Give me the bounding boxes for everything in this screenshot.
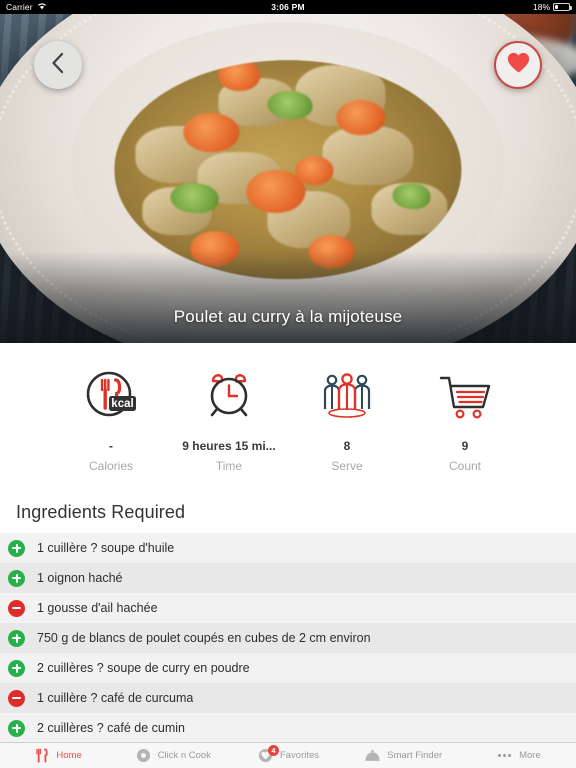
- plus-circle-icon[interactable]: [8, 539, 25, 557]
- ingredient-label: 1 gousse d'ail hachée: [37, 601, 158, 615]
- stat-value: 9: [461, 439, 469, 453]
- tab-label: Favorites: [279, 750, 320, 761]
- tab-badge: 4: [267, 745, 279, 756]
- calories-kcal-icon: kcal: [84, 367, 138, 425]
- stat-label: Time: [215, 459, 243, 473]
- recipe-photo: [0, 14, 576, 343]
- ellipsis-icon: [496, 747, 513, 764]
- hero-section: Poulet au curry à la mijoteuse: [0, 14, 576, 343]
- ingredient-label: 2 cuillères ? soupe de curry en poudre: [37, 661, 250, 675]
- ingredient-row[interactable]: 1 cuillère ? soupe d'huile: [0, 533, 576, 563]
- tab-favorites[interactable]: 4 Favorites: [230, 743, 345, 768]
- tab-click-n-cook[interactable]: Click n Cook: [115, 743, 230, 768]
- stat-calories: kcal - Calories: [52, 367, 170, 473]
- heart-circle-icon: 4: [257, 745, 279, 764]
- shopping-cart-icon: [438, 367, 492, 425]
- tab-label: Smart Finder: [387, 750, 443, 761]
- fork-knife-icon: [33, 747, 50, 764]
- stat-value: -: [109, 439, 113, 453]
- chevron-left-icon: [48, 51, 68, 80]
- ingredient-label: 750 g de blancs de poulet coupés en cube…: [37, 631, 371, 645]
- tab-label: Home: [56, 750, 82, 761]
- ellipsis-icon: [498, 754, 512, 757]
- app-root: Carrier 3:06 PM 18% Poulet au curry à la…: [0, 0, 576, 768]
- recipe-title: Poulet au curry à la mijoteuse: [173, 307, 403, 326]
- ingredient-label: 2 cuillères ? café de cumin: [37, 721, 185, 735]
- tab-home[interactable]: Home: [0, 743, 115, 768]
- ingredient-row[interactable]: 2 cuillères ? soupe de curry en poudre: [0, 653, 576, 683]
- status-bar: Carrier 3:06 PM 18%: [0, 0, 576, 14]
- svg-text:kcal: kcal: [111, 398, 133, 410]
- favorite-button[interactable]: [494, 41, 542, 89]
- ingredient-label: 1 cuillère ? café de curcuma: [37, 691, 194, 705]
- stat-label: Count: [448, 459, 482, 473]
- cloche-icon: [364, 747, 381, 764]
- tab-bar: Home Click n Cook 4 Favorites Smart Finder Mo…: [0, 742, 576, 768]
- stat-count: 9 Count: [406, 367, 524, 473]
- tab-label: More: [519, 750, 541, 761]
- stat-value: 9 heures 15 mi...: [182, 439, 276, 453]
- stat-label: Serve: [331, 459, 363, 473]
- plus-circle-icon[interactable]: [8, 629, 25, 647]
- ingredient-label: 1 cuillère ? soupe d'huile: [37, 541, 175, 555]
- battery-icon: [553, 3, 572, 11]
- ingredients-list[interactable]: 1 cuillère ? soupe d'huile 1 oignon haché…: [0, 533, 576, 742]
- heart-icon: [506, 51, 531, 79]
- stat-label: Calories: [88, 459, 133, 473]
- minus-circle-icon[interactable]: [8, 689, 25, 707]
- ingredient-label: 1 oignon haché: [37, 571, 123, 585]
- ingredients-heading: Ingredients Required: [0, 496, 576, 533]
- minus-circle-icon[interactable]: [8, 599, 25, 617]
- alarm-clock-icon: [202, 367, 256, 425]
- status-bar-time: 3:06 PM: [271, 2, 305, 12]
- back-button[interactable]: [34, 41, 82, 89]
- ingredient-row[interactable]: 750 g de blancs de poulet coupés en cube…: [0, 623, 576, 653]
- tab-label: Click n Cook: [157, 750, 211, 761]
- tab-more[interactable]: More: [461, 743, 576, 768]
- click-n-cook-icon: [135, 747, 152, 764]
- people-group-icon: [320, 367, 374, 425]
- plus-circle-icon[interactable]: [8, 569, 25, 587]
- stat-time: 9 heures 15 mi... Time: [170, 367, 288, 473]
- stat-serve: 8 Serve: [288, 367, 406, 473]
- ingredient-row[interactable]: 1 oignon haché: [0, 563, 576, 593]
- plus-circle-icon[interactable]: [8, 659, 25, 677]
- stat-value: 8: [343, 439, 351, 453]
- recipe-stats: kcal - Calories 9 heures 15 mi... Time 8…: [0, 343, 576, 496]
- tab-smart-finder[interactable]: Smart Finder: [346, 743, 461, 768]
- ingredient-row[interactable]: 1 gousse d'ail hachée: [0, 593, 576, 623]
- ingredient-row[interactable]: 2 cuillères ? café de cumin: [0, 713, 576, 742]
- plus-circle-icon[interactable]: [8, 719, 25, 737]
- ingredient-row[interactable]: 1 cuillère ? café de curcuma: [0, 683, 576, 713]
